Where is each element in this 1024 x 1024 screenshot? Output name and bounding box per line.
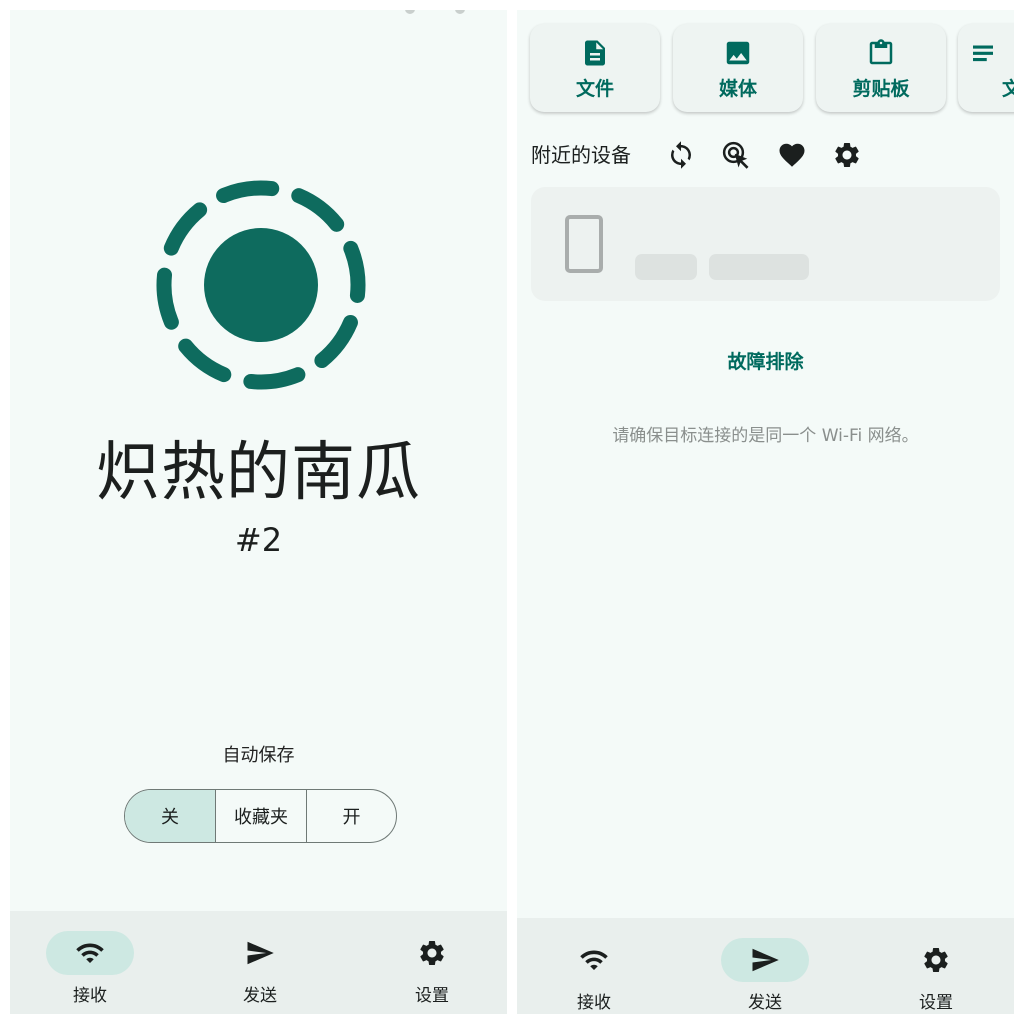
nav-item-settings[interactable]: 设置 (876, 918, 996, 1014)
clipboard-icon (869, 39, 893, 65)
send-icon (247, 941, 274, 965)
autosave-option-on[interactable]: 开 (306, 790, 396, 842)
category-file-button[interactable]: 文件 (530, 24, 660, 112)
autosave-option-off[interactable]: 关 (125, 790, 215, 842)
gear-icon[interactable] (832, 140, 862, 170)
autosave-option-favorites[interactable]: 收藏夹 (215, 790, 306, 842)
bottom-navigation: 接收 发送 设置 (10, 911, 507, 1014)
phone-icon (565, 215, 603, 273)
nav-label-settings: 设置 (415, 986, 449, 1006)
device-name: 炽热的南瓜 (96, 436, 421, 510)
category-text-label: 文 (1002, 78, 1014, 100)
text-icon (973, 45, 993, 62)
category-file-label: 文件 (575, 78, 614, 100)
nav-item-receive[interactable]: 接收 (534, 918, 654, 1014)
status-bar-icon (455, 10, 465, 14)
autosave-segmented-control: 关 收藏夹 开 (124, 789, 397, 843)
tap-target-icon[interactable] (721, 140, 751, 170)
nav-item-send[interactable]: 发送 (200, 911, 320, 1014)
wifi-icon (580, 950, 608, 970)
autosave-label: 自动保存 (222, 745, 295, 766)
send-icon (752, 948, 779, 972)
nav-item-send[interactable]: 发送 (705, 918, 825, 1014)
category-text-button[interactable]: 文 (958, 24, 1014, 112)
nav-label-receive: 接收 (73, 986, 107, 1006)
nav-label-settings: 设置 (919, 993, 953, 1013)
device-placeholder-card (531, 187, 1000, 301)
category-clipboard-label: 剪贴板 (852, 78, 910, 100)
nav-active-indicator (721, 938, 809, 982)
gear-icon (924, 948, 948, 972)
troubleshoot-link[interactable]: 故障排除 (517, 347, 1014, 377)
category-media-button[interactable]: 媒体 (673, 24, 803, 112)
category-media-label: 媒体 (718, 78, 757, 100)
file-icon (585, 40, 605, 66)
nav-label-send: 发送 (748, 993, 782, 1013)
refresh-icon[interactable] (666, 140, 696, 170)
nav-item-receive[interactable]: 接收 (30, 911, 150, 1014)
nav-item-settings[interactable]: 设置 (372, 911, 492, 1014)
status-bar-icon (405, 10, 415, 14)
send-screen: 文件 媒体 剪贴板 文 附近的设备 故障排除 请确保目标连接的是同一个 Wi-F… (517, 10, 1014, 1014)
network-hint: 请确保目标连接的是同一个 Wi-Fi 网络。 (612, 426, 919, 446)
receive-screen: 炽热的南瓜 #2 自动保存 关 收藏夹 开 接收 发送 设置 (10, 10, 507, 1014)
gear-icon (420, 941, 444, 965)
dashed-ring-circle-logo (156, 180, 366, 390)
skeleton-bar (635, 254, 697, 280)
nav-active-indicator (46, 931, 134, 975)
skeleton-bar (709, 254, 809, 280)
device-number: #2 (234, 521, 283, 559)
nav-label-send: 发送 (243, 986, 277, 1006)
bottom-navigation: 接收 发送 设置 (517, 918, 1014, 1014)
wifi-icon (76, 943, 104, 963)
image-icon (726, 41, 750, 65)
nearby-devices-title: 附近的设备 (531, 143, 631, 167)
nav-label-receive: 接收 (577, 993, 611, 1013)
category-clipboard-button[interactable]: 剪贴板 (816, 24, 946, 112)
heart-icon[interactable] (777, 140, 807, 170)
